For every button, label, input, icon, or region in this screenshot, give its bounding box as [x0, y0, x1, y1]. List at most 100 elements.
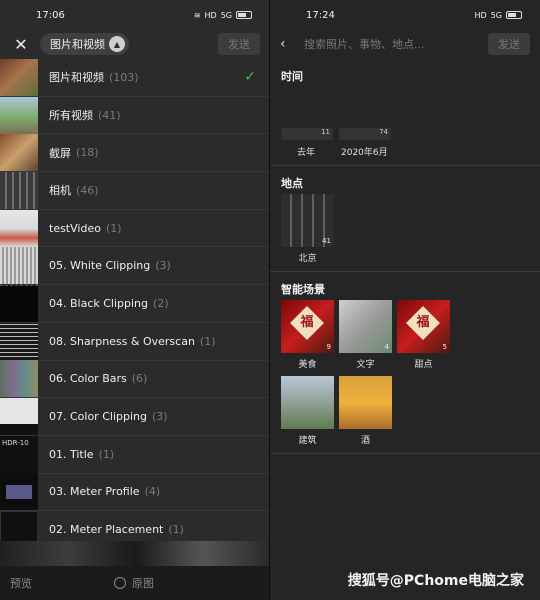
time-card-last-year[interactable]: 11	[281, 128, 333, 140]
album-item-testvideo[interactable]: testVideo (1)	[0, 209, 270, 248]
album-name: 相机	[49, 184, 71, 198]
album-thumbnail	[0, 360, 38, 398]
time-section: 时间	[270, 68, 540, 84]
album-count: (41)	[98, 108, 121, 122]
album-count: (1)	[105, 221, 122, 235]
album-thumbnail	[0, 134, 38, 172]
section-divider	[270, 271, 540, 272]
photo-count: 74	[379, 128, 388, 136]
album-name: 03. Meter Profile	[49, 485, 140, 499]
album-name: 01. Title	[49, 447, 94, 461]
scene-label: 酒	[360, 436, 370, 446]
place-section: 地点	[270, 175, 540, 191]
scene-tile-dessert[interactable]: 福 5	[397, 300, 450, 353]
battery-icon	[236, 11, 252, 19]
status-bar: 17:06 ≋ HD 5G	[0, 0, 270, 30]
scene-label: 文字	[356, 360, 375, 370]
album-count: (3)	[151, 410, 168, 424]
photo-count: 4	[384, 343, 389, 351]
album-count: (18)	[76, 146, 99, 160]
album-item-camera[interactable]: 相机 (46)	[0, 171, 270, 210]
status-bar: 17:24 HD 5G	[270, 0, 540, 30]
album-item-color-bars[interactable]: 06. Color Bars (6)	[0, 360, 270, 399]
photo-count: 5	[442, 343, 447, 351]
preview-button[interactable]: 预览	[10, 575, 32, 591]
photo-count: 9	[326, 343, 331, 351]
time-label: 去年	[297, 148, 316, 158]
album-item-photos-videos[interactable]: 图片和视频 (103) ✓	[0, 58, 270, 97]
album-name: 08. Sharpness & Overscan	[49, 334, 195, 348]
scene-tile-text[interactable]: 4	[339, 300, 392, 353]
album-count: (3)	[155, 259, 171, 273]
back-icon[interactable]: ‹	[280, 36, 296, 52]
album-item-all-videos[interactable]: 所有视频 (41)	[0, 96, 270, 135]
photo-count: 11	[321, 128, 330, 136]
scene-tile-food[interactable]: 福 9	[281, 300, 334, 353]
hd-indicator: HD	[204, 10, 217, 20]
place-label: 北京	[298, 254, 317, 264]
album-name: 02. Meter Placement	[49, 523, 164, 537]
status-time: 17:06	[36, 9, 65, 21]
album-item-color-clipping[interactable]: 07. Color Clipping (3)	[0, 398, 270, 436]
album-count: (1)	[98, 447, 115, 461]
album-name: 05. White Clipping	[49, 259, 151, 273]
album-name: 06. Color Bars	[49, 372, 127, 386]
album-name: 07. Color Clipping	[49, 410, 147, 424]
photo-count: 41	[322, 237, 331, 245]
album-count: (103)	[109, 70, 139, 84]
album-count: (6)	[131, 372, 148, 386]
album-item-white-clipping[interactable]: 05. White Clipping (3)	[0, 247, 270, 286]
close-icon[interactable]: ✕	[10, 35, 32, 54]
album-picker-panel: 17:06 ≋ HD 5G ✕ 图片和视频 ▲ 发送 图片和视频 (103) ✓…	[0, 0, 270, 600]
album-name: 04. Black Clipping	[49, 296, 149, 310]
search-input[interactable]	[304, 37, 464, 51]
scene-label: 美食	[298, 360, 317, 370]
original-toggle[interactable]: 原图	[114, 575, 154, 591]
scene-tile-drink[interactable]	[339, 376, 392, 429]
album-item-black-clipping[interactable]: 04. Black Clipping (2)	[0, 284, 270, 323]
album-thumbnail	[0, 322, 38, 360]
album-item-screenshots[interactable]: 截屏 (18)	[0, 134, 270, 173]
place-tile-beijing[interactable]: 41	[281, 194, 334, 247]
radio-icon	[114, 577, 126, 589]
album-selector[interactable]: 图片和视频 ▲	[40, 33, 129, 55]
send-button[interactable]: 发送	[488, 33, 530, 55]
search-header: ‹ 发送	[270, 30, 540, 58]
scene-section: 智能场景	[270, 281, 540, 297]
album-thumbnail	[0, 398, 38, 436]
status-time: 17:24	[306, 9, 335, 21]
album-name: 图片和视频	[49, 71, 104, 85]
album-thumbnail	[0, 96, 38, 134]
time-label: 2020年6月	[341, 148, 388, 158]
battery-icon	[506, 11, 522, 19]
album-name: 所有视频	[49, 109, 93, 123]
album-thumbnail: HDR-10	[0, 435, 38, 473]
signal-indicator: 5G	[490, 10, 502, 20]
watermark: 搜狐号@PChome电脑之家	[347, 573, 524, 589]
thumbnail-text: HDR-10	[2, 438, 29, 447]
album-item-title[interactable]: HDR-10 01. Title (1)	[0, 435, 270, 474]
album-count: (46)	[76, 183, 99, 197]
picker-header: ✕ 图片和视频 ▲ 发送	[0, 30, 270, 58]
scene-label: 甜点	[414, 360, 433, 370]
send-button[interactable]: 发送	[218, 33, 260, 55]
album-item-sharpness[interactable]: 08. Sharpness & Overscan (1)	[0, 322, 270, 361]
wifi-icon: ≋	[193, 10, 201, 20]
album-name: 截屏	[49, 146, 71, 160]
search-panel: 17:24 HD 5G ‹ 发送 时间 11 去年 74 2020年6月 地点 …	[270, 0, 540, 600]
time-card-june-2020[interactable]: 74	[339, 128, 391, 140]
checkmark-icon: ✓	[244, 69, 256, 86]
section-title: 地点	[281, 177, 303, 190]
section-title: 时间	[281, 70, 303, 83]
album-item-meter-profile[interactable]: 03. Meter Profile (4)	[0, 473, 270, 512]
album-selector-label: 图片和视频	[50, 38, 105, 51]
album-thumbnail	[0, 284, 38, 322]
album-count: (1)	[199, 334, 216, 348]
album-thumbnail	[0, 58, 38, 96]
album-thumbnail	[0, 473, 38, 511]
section-divider	[270, 165, 540, 166]
album-thumbnail	[0, 171, 38, 209]
picker-footer: 预览 原图	[0, 566, 270, 600]
scene-tile-building[interactable]	[281, 376, 334, 429]
album-count: (2)	[153, 296, 169, 310]
